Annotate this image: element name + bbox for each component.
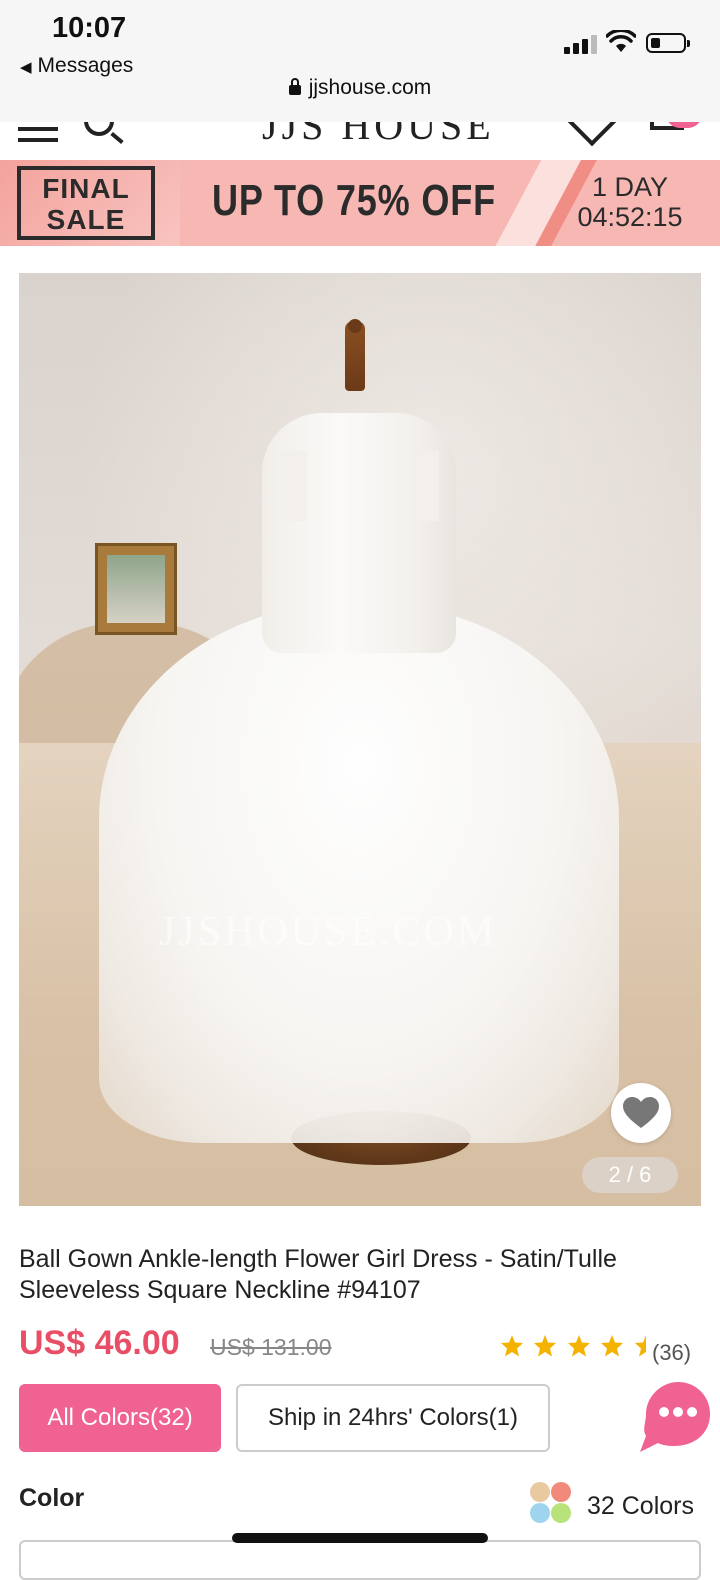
original-price: US$ 131.00 bbox=[210, 1334, 332, 1360]
review-count[interactable]: (36) bbox=[652, 1340, 691, 1366]
stand-knob bbox=[348, 319, 362, 333]
countdown-days: 1 DAY bbox=[591, 172, 669, 202]
image-watermark: JJSHOUSE.COM bbox=[159, 909, 498, 955]
status-bar: 10:07 ◀ Messages jjshouse.com bbox=[0, 0, 720, 122]
dress-strap-right bbox=[413, 451, 439, 521]
star-icon bbox=[534, 1335, 557, 1357]
product-title: Ball Gown Ankle-length Flower Girl Dress… bbox=[19, 1245, 617, 1304]
wishlist-heart-icon[interactable] bbox=[563, 122, 621, 147]
all-colors-button[interactable]: All Colors(32) bbox=[19, 1384, 221, 1452]
address-bar[interactable]: jjshouse.com bbox=[0, 76, 720, 100]
color-count-text: 32 Colors bbox=[587, 1492, 694, 1520]
image-pager: 2 / 6 bbox=[582, 1157, 678, 1193]
clock: 10:07 bbox=[52, 12, 127, 44]
countdown-timer: 1 DAY 04:52:15 bbox=[560, 172, 700, 232]
color-selector[interactable] bbox=[19, 1540, 701, 1580]
dress-bodice bbox=[262, 413, 456, 653]
back-triangle-icon: ◀ bbox=[20, 59, 32, 76]
picture-frame bbox=[95, 543, 177, 635]
dress-strap-left bbox=[281, 451, 307, 521]
dress-skirt bbox=[99, 603, 619, 1143]
battery-icon bbox=[646, 33, 690, 53]
badge-line-2: SALE bbox=[46, 204, 126, 235]
badge-line-1: FINAL bbox=[42, 173, 130, 204]
sale-price: US$ 46.00 bbox=[19, 1324, 180, 1362]
ship-24hrs-colors-button[interactable]: Ship in 24hrs' Colors(1) bbox=[236, 1384, 550, 1452]
countdown-time: 04:52:15 bbox=[577, 202, 683, 232]
menu-icon[interactable] bbox=[18, 122, 58, 149]
final-sale-badge: FINAL SALE bbox=[17, 166, 155, 240]
back-to-messages-button[interactable]: ◀ Messages bbox=[20, 54, 133, 78]
home-indicator bbox=[232, 1533, 488, 1543]
promo-headline: UP TO 75% OFF bbox=[212, 176, 497, 225]
url-text: jjshouse.com bbox=[308, 76, 432, 99]
chat-bubble-icon[interactable] bbox=[634, 1378, 714, 1458]
site-logo[interactable]: JJS HOUSE bbox=[262, 122, 495, 149]
final-sale-banner[interactable]: FINAL SALE UP TO 75% OFF 1 DAY 04:52:15 bbox=[0, 160, 720, 246]
site-header: JJS HOUSE bbox=[0, 122, 720, 160]
wifi-icon bbox=[606, 30, 636, 52]
heart-icon bbox=[623, 1097, 659, 1128]
star-icon bbox=[501, 1335, 523, 1357]
rating-stars[interactable]: (36) bbox=[500, 1334, 691, 1365]
favorite-button[interactable] bbox=[611, 1083, 671, 1143]
search-icon[interactable] bbox=[84, 122, 114, 136]
lock-icon bbox=[288, 78, 301, 95]
color-palette-icon bbox=[530, 1482, 572, 1524]
product-image-gallery[interactable]: JJSHOUSE.COM 2 / 6 bbox=[19, 273, 701, 1206]
star-icon bbox=[601, 1335, 624, 1357]
cellular-signal-icon bbox=[564, 34, 598, 54]
color-section-label: Color bbox=[19, 1484, 85, 1512]
back-app-label: Messages bbox=[37, 54, 134, 77]
star-icon bbox=[567, 1335, 590, 1357]
